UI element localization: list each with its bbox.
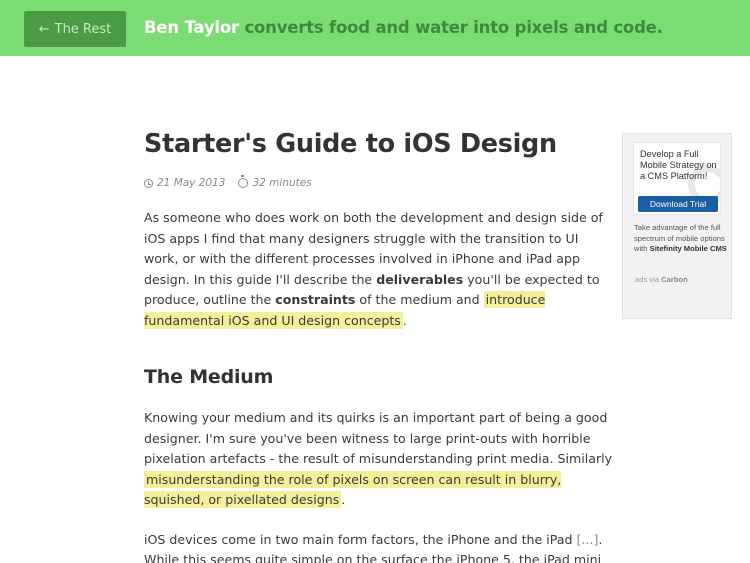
ad-product-name: Sitefinity Mobile CMS — [649, 244, 727, 253]
article-meta: 21 May 2013 32 minutes — [144, 175, 614, 190]
download-trial-button[interactable]: Download Trial — [638, 196, 718, 212]
clock-icon — [144, 178, 153, 188]
site-tagline: Ben Taylor converts food and water into … — [144, 18, 663, 37]
constraints-term: constraints — [275, 292, 356, 307]
tagline-text: converts food and water into pixels and … — [238, 18, 663, 37]
article-title: Starter's Guide to iOS Design — [144, 129, 557, 159]
intro-text-4: . — [402, 312, 407, 328]
ad-description[interactable]: Take advantage of the full spectrum of m… — [634, 223, 728, 255]
footnote-link[interactable]: [...] — [577, 532, 599, 547]
author-name[interactable]: Ben Taylor — [144, 18, 239, 37]
ad-attribution: ads via Carbon — [635, 275, 688, 284]
back-button[interactable]: ← The Rest — [24, 11, 126, 47]
devices-text-1: iOS devices come in two main form factor… — [144, 531, 577, 547]
ad-via-prefix: ads via — [635, 275, 662, 284]
publish-date: 21 May 2013 — [144, 177, 225, 189]
carbon-link[interactable]: Carbon — [661, 275, 688, 284]
deliverables-term: deliverables — [376, 271, 464, 287]
back-button-label: The Rest — [54, 21, 112, 37]
intro-paragraph: As someone who does work on both the dev… — [144, 208, 614, 331]
article: Starter's Guide to iOS Design 21 May 201… — [144, 128, 614, 563]
read-time: 32 minutes — [238, 175, 312, 189]
devices-paragraph: iOS devices come in two main form factor… — [144, 530, 614, 563]
stopwatch-icon — [238, 175, 249, 188]
ad-headline: Develop a Full Mobile Strategy on a CMS … — [640, 149, 717, 181]
ad-image[interactable]: Develop a Full Mobile Strategy on a CMS … — [633, 142, 721, 215]
carbon-ad: Develop a Full Mobile Strategy on a CMS … — [622, 133, 732, 319]
medium-text-2: . — [341, 492, 346, 507]
medium-text-1: Knowing your medium and its quirks is an… — [144, 410, 613, 466]
intro-text-3: of the medium and — [355, 292, 484, 307]
medium-paragraph: Knowing your medium and its quirks is an… — [144, 408, 614, 511]
section-heading-medium: The Medium — [144, 366, 274, 388]
medium-highlight[interactable]: misunderstanding the role of pixels on s… — [144, 470, 562, 508]
read-time-text: 32 minutes — [252, 177, 312, 189]
site-header: ← The Rest Ben Taylor converts food and … — [0, 0, 750, 56]
publish-date-text: 21 May 2013 — [157, 177, 226, 189]
arrow-left-icon: ← — [38, 21, 50, 37]
